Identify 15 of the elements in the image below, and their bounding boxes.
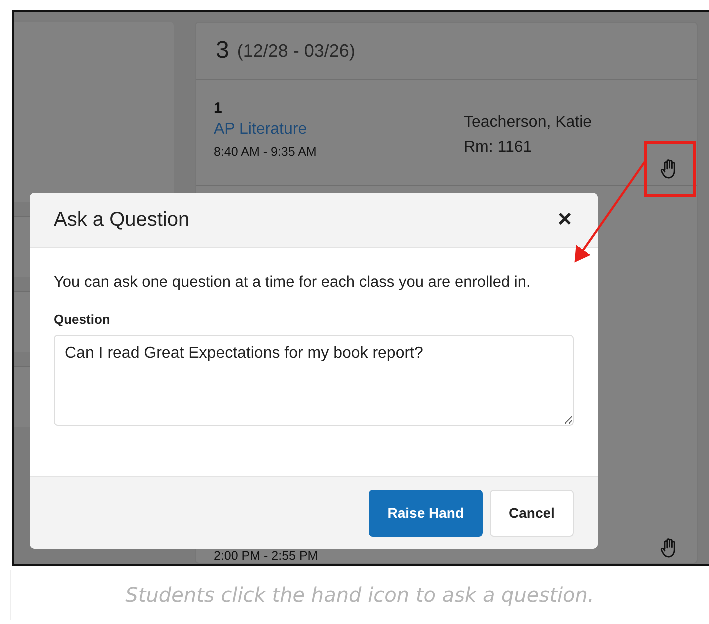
cancel-button[interactable]: Cancel <box>490 490 574 536</box>
room-number: Rm: 1161 <box>464 138 534 158</box>
field-label: Question <box>54 312 112 327</box>
term-number: 3 <box>216 37 230 65</box>
period-number: 1 <box>214 100 224 117</box>
teacher-name: Teacherson, Katie <box>464 113 594 133</box>
close-button[interactable]: × <box>554 208 576 232</box>
raise-hand-button[interactable]: Raise Hand <box>368 490 483 536</box>
period-time: 8:40 AM - 9:35 AM <box>214 146 318 159</box>
dialog-message: You can ask one question at a time for each class you are enrolled in. <box>54 274 532 292</box>
question-field[interactable]: Can I read Great Expectations for my book report? <box>54 335 574 426</box>
caption: Students click the hand icon to ask a question. <box>10 570 709 620</box>
period-time: 2:00 PM - 2:55 PM <box>214 550 320 563</box>
term-dates: (12/28 - 03/26) <box>237 40 356 62</box>
dialog-title: Ask a Question <box>54 208 190 232</box>
